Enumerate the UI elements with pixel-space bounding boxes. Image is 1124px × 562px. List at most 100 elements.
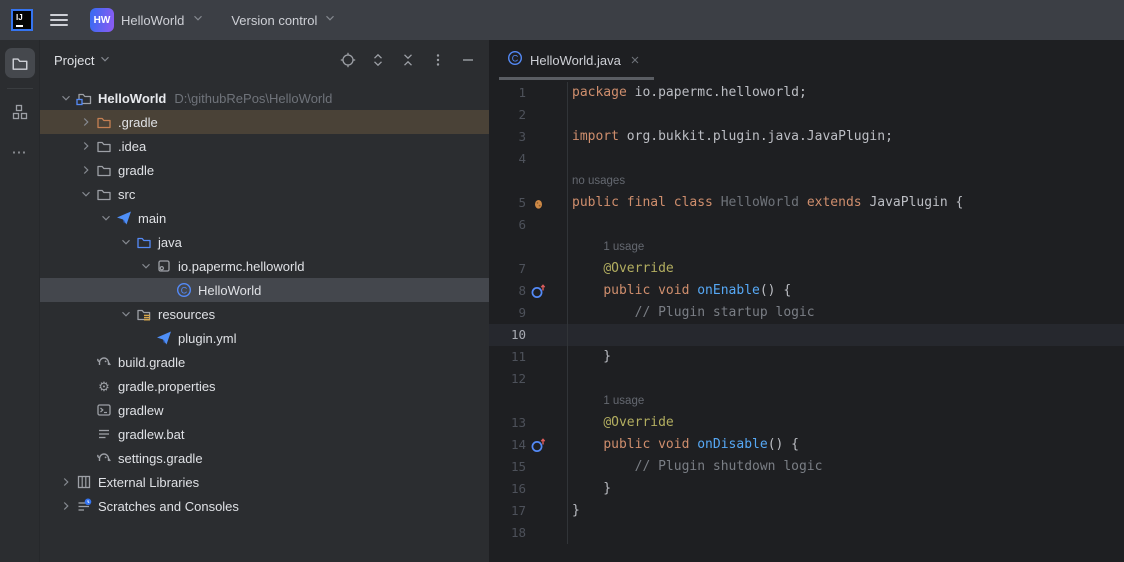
line-number: 6: [489, 214, 526, 236]
gutter-spacer: [526, 368, 550, 390]
class-icon: C: [507, 50, 523, 71]
chevron-right-icon[interactable]: [77, 115, 95, 129]
more-vertical-icon[interactable]: [429, 51, 447, 69]
tab-helloworld-java[interactable]: C HelloWorld.java: [499, 40, 654, 80]
project-tool-button[interactable]: [5, 48, 35, 78]
line-number: 2: [489, 104, 526, 126]
code-line-17[interactable]: 17}: [489, 500, 1124, 522]
line-number: [489, 170, 526, 192]
inlay-hint-row[interactable]: no usages: [489, 170, 1124, 192]
code-text: // Plugin shutdown logic: [567, 456, 1124, 478]
structure-tool-button[interactable]: [5, 97, 35, 127]
tree-item-io-papermc-helloworld[interactable]: io.papermc.helloworld: [40, 254, 489, 278]
tree-item-helloworld[interactable]: HelloWorldD:\githubRePos\HelloWorld: [40, 86, 489, 110]
code-line-6[interactable]: 6: [489, 214, 1124, 236]
tree-item-scratches-and-consoles[interactable]: Scratches and Consoles: [40, 494, 489, 518]
gutter-spacer: [526, 236, 550, 258]
project-view-selector[interactable]: Project: [54, 52, 112, 69]
chevron-down-icon[interactable]: [137, 259, 155, 273]
overrides-method-gutter-icon[interactable]: [526, 280, 550, 302]
code-line-16[interactable]: 16 }: [489, 478, 1124, 500]
tree-item-external-libraries[interactable]: External Libraries: [40, 470, 489, 494]
project-widget[interactable]: HW HelloWorld: [90, 8, 205, 32]
tab-close-icon[interactable]: [628, 53, 642, 67]
inlay-hint-row[interactable]: 1 usage: [489, 390, 1124, 412]
expand-all-icon[interactable]: [369, 51, 387, 69]
code-line-13[interactable]: 13 @Override: [489, 412, 1124, 434]
code-line-14[interactable]: 14 public void onDisable() {: [489, 434, 1124, 456]
gutter-spacer: [526, 456, 550, 478]
chevron-down-icon[interactable]: [97, 211, 115, 225]
code-line-11[interactable]: 11 }: [489, 346, 1124, 368]
project-panel-title: Project: [54, 53, 94, 68]
line-number: 15: [489, 456, 526, 478]
code-line-4[interactable]: 4: [489, 148, 1124, 170]
tree-item-gradle-properties[interactable]: ⚙gradle.properties: [40, 374, 489, 398]
code-editor[interactable]: 1package io.papermc.helloworld;23import …: [489, 80, 1124, 544]
tree-item--idea[interactable]: .idea: [40, 134, 489, 158]
locate-icon[interactable]: [339, 51, 357, 69]
hide-icon[interactable]: [459, 51, 477, 69]
chevron-down-icon: [191, 11, 205, 30]
version-control-widget[interactable]: Version control: [231, 11, 337, 30]
code-text: }: [567, 500, 1124, 522]
project-widget-label: HelloWorld: [121, 13, 184, 28]
project-panel: Project HelloWorldD:\githubRePos\HelloWo…: [40, 40, 489, 562]
code-line-18[interactable]: 18: [489, 522, 1124, 544]
folder-icon: [95, 138, 113, 154]
tree-item-src[interactable]: src: [40, 182, 489, 206]
tree-item-gradle[interactable]: gradle: [40, 158, 489, 182]
folder-resources-icon: [135, 306, 153, 322]
code-line-15[interactable]: 15 // Plugin shutdown logic: [489, 456, 1124, 478]
code-line-9[interactable]: 9 // Plugin startup logic: [489, 302, 1124, 324]
inlay-hint-row[interactable]: 1 usage: [489, 236, 1124, 258]
line-number: [489, 390, 526, 412]
tree-item--gradle[interactable]: .gradle: [40, 110, 489, 134]
tree-item-settings-gradle[interactable]: settings.gradle: [40, 446, 489, 470]
code-line-8[interactable]: 8 public void onEnable() {: [489, 280, 1124, 302]
overrides-method-gutter-icon[interactable]: [526, 434, 550, 456]
folder-excluded-icon: [95, 114, 113, 130]
chevron-down-icon: [323, 11, 337, 30]
tree-item-plugin-yml[interactable]: plugin.yml: [40, 326, 489, 350]
chevron-down-icon[interactable]: [117, 307, 135, 321]
code-line-1[interactable]: 1package io.papermc.helloworld;: [489, 82, 1124, 104]
tree-item-resources[interactable]: resources: [40, 302, 489, 326]
paper-plane-icon: [115, 210, 133, 226]
code-line-5[interactable]: 5 public final class HelloWorld extends J…: [489, 192, 1124, 214]
tree-item-helloworld[interactable]: CHelloWorld: [40, 278, 489, 302]
collapse-all-icon[interactable]: [399, 51, 417, 69]
chevron-down-icon[interactable]: [57, 91, 75, 105]
code-line-3[interactable]: 3import org.bukkit.plugin.java.JavaPlugi…: [489, 126, 1124, 148]
more-tool-windows-button[interactable]: ⋯: [12, 143, 28, 161]
chevron-right-icon[interactable]: [77, 163, 95, 177]
gutter-spacer: [526, 126, 550, 148]
usage-inlay-hint: no usages: [567, 170, 1124, 192]
chevron-down-icon[interactable]: [77, 187, 95, 201]
line-number: 1: [489, 82, 526, 104]
tree-item-label: Scratches and Consoles: [98, 499, 239, 514]
code-text: public final class HelloWorld extends Ja…: [567, 192, 1124, 214]
tree-item-gradlew-bat[interactable]: gradlew.bat: [40, 422, 489, 446]
version-control-label: Version control: [231, 13, 317, 28]
tree-item-gradlew[interactable]: gradlew: [40, 398, 489, 422]
chevron-right-icon[interactable]: [57, 475, 75, 489]
gutter-spacer: [526, 148, 550, 170]
tree-item-java[interactable]: java: [40, 230, 489, 254]
tree-item-build-gradle[interactable]: build.gradle: [40, 350, 489, 374]
line-number: 5: [489, 192, 526, 214]
code-line-2[interactable]: 2: [489, 104, 1124, 126]
project-panel-header: Project: [40, 40, 489, 80]
chevron-right-icon[interactable]: [57, 499, 75, 513]
code-line-7[interactable]: 7 @Override: [489, 258, 1124, 280]
tree-item-label: gradle: [118, 163, 154, 178]
tree-item-main[interactable]: main: [40, 206, 489, 230]
code-text: public void onDisable() {: [567, 434, 1124, 456]
plugin-class-gutter-icon[interactable]: [526, 192, 550, 214]
code-line-10[interactable]: 10: [489, 324, 1124, 346]
chevron-down-icon[interactable]: [117, 235, 135, 249]
chevron-right-icon[interactable]: [77, 139, 95, 153]
code-line-12[interactable]: 12: [489, 368, 1124, 390]
code-text: [567, 104, 1124, 126]
main-menu-icon[interactable]: [50, 14, 68, 26]
